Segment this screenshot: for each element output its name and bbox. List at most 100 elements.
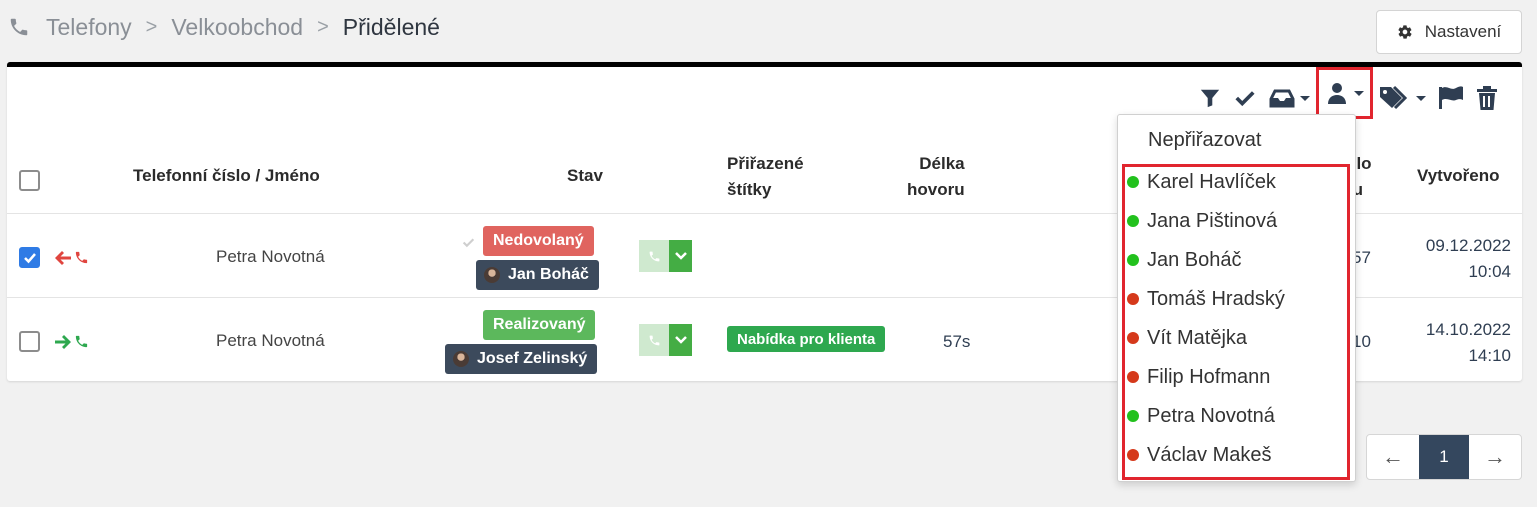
- filter-icon: [1200, 89, 1220, 108]
- chevron-down-icon: [674, 336, 687, 344]
- created-date: 09.12.2022: [1425, 236, 1511, 255]
- status-badge: Nedovolaný: [483, 226, 594, 256]
- chevron-down-icon: [1354, 90, 1364, 96]
- breadcrumb-item-velkoobchod[interactable]: Velkoobchod: [171, 14, 303, 41]
- avatar: [453, 351, 469, 367]
- prev-page-button[interactable]: ←: [1367, 435, 1419, 479]
- tags-icon: [1380, 85, 1408, 110]
- breadcrumb: Telefony > Velkoobchod > Přidělené: [8, 12, 440, 42]
- pagination: ← 1 →: [1366, 434, 1522, 480]
- check-icon: [24, 253, 36, 264]
- created-cell: 14.10.2022 14:10: [1411, 317, 1511, 369]
- chevron-down-icon: [1300, 95, 1310, 101]
- flag-button[interactable]: [1432, 81, 1470, 115]
- assigned-user-badge[interactable]: Josef Zelinský: [445, 344, 598, 374]
- chevron-down-icon: [1416, 95, 1426, 101]
- check-icon: [462, 238, 475, 248]
- phone-icon: [10, 18, 28, 36]
- chevron-down-icon: [674, 252, 687, 260]
- created-date: 14.10.2022: [1425, 320, 1511, 339]
- inbox-icon: [1269, 89, 1295, 108]
- inbox-button[interactable]: [1263, 81, 1316, 115]
- status-dot-icon: [1127, 254, 1139, 266]
- status-dot-icon: [1127, 332, 1139, 344]
- assign-user-button[interactable]: [1316, 67, 1373, 119]
- contact-name[interactable]: Petra Novotná: [216, 331, 325, 351]
- dropdown-item-label: Tomáš Hradský: [1147, 287, 1285, 310]
- column-header-phone-name[interactable]: Telefonní číslo / Jméno: [133, 163, 320, 189]
- dropdown-item-label: Jan Boháč: [1147, 248, 1242, 271]
- breadcrumb-separator: >: [317, 15, 329, 38]
- status-badge: Realizovaný: [483, 310, 596, 340]
- flag-icon: [1439, 86, 1463, 109]
- dropdown-item-label: Petra Novotná: [1147, 404, 1275, 427]
- column-header-duration[interactable]: Délka hovoru: [907, 151, 965, 203]
- dropdown-item-user[interactable]: Petra Novotná: [1127, 401, 1275, 431]
- status-dot-icon: [1127, 410, 1139, 422]
- avatar: [484, 267, 500, 283]
- page-button-current[interactable]: 1: [1419, 435, 1469, 479]
- arrow-left-icon: [55, 251, 71, 265]
- dropdown-item-label: Filip Hofmann: [1147, 365, 1271, 388]
- created-time: 14:10: [1468, 346, 1511, 365]
- trash-icon: [1477, 86, 1497, 110]
- column-header-duration-line2: hovoru: [907, 180, 965, 199]
- assigned-user-badge[interactable]: Jan Boháč: [476, 260, 599, 290]
- column-header-tags-line2: štítky: [727, 180, 772, 199]
- breadcrumb-item-telefony[interactable]: Telefony: [46, 14, 132, 41]
- phone-outgoing-icon: [75, 335, 88, 348]
- dropdown-item-user[interactable]: Filip Hofmann: [1127, 362, 1270, 392]
- dropdown-item-label: Václav Makeš: [1147, 443, 1272, 466]
- filter-button[interactable]: [1193, 81, 1227, 115]
- dropdown-item-user[interactable]: Jana Pištinová: [1127, 206, 1277, 236]
- phone-icon: [649, 251, 659, 261]
- gear-icon: [1398, 25, 1412, 39]
- select-all-checkbox[interactable]: [19, 170, 40, 191]
- call-duration: 57s: [943, 332, 971, 351]
- dropdown-item-user[interactable]: Vít Matějka: [1127, 323, 1247, 353]
- column-header-created[interactable]: Vytvořeno: [1417, 163, 1500, 189]
- dropdown-item-user[interactable]: Václav Makeš: [1127, 440, 1272, 470]
- column-header-duration-line1: Délka: [919, 154, 965, 173]
- call-button[interactable]: [639, 240, 692, 272]
- check-icon: [1235, 91, 1255, 107]
- status-dot-icon: [1127, 371, 1139, 383]
- created-cell: 09.12.2022 10:04: [1411, 233, 1511, 285]
- phone-missed-icon: [75, 251, 88, 264]
- assigned-user-name: Jan Boháč: [508, 266, 589, 283]
- assign-user-dropdown: Nepřiřazovat Karel Havlíček Jana Pištinov…: [1117, 114, 1356, 482]
- status-dot-icon: [1127, 215, 1139, 227]
- assigned-user-name: Josef Zelinský: [477, 350, 588, 367]
- status-dot-icon: [1127, 293, 1139, 305]
- column-header-tags[interactable]: Přiřazené štítky: [727, 151, 804, 203]
- settings-label: Nastavení: [1424, 22, 1502, 41]
- breadcrumb-separator: >: [145, 15, 158, 38]
- settings-button[interactable]: Nastavení: [1376, 10, 1522, 54]
- dropdown-item-user[interactable]: Tomáš Hradský: [1127, 284, 1285, 314]
- next-page-button[interactable]: →: [1469, 435, 1521, 479]
- dropdown-item-unassign[interactable]: Nepřiřazovat: [1148, 129, 1261, 152]
- dropdown-item-user[interactable]: Karel Havlíček: [1127, 167, 1276, 197]
- dropdown-item-label: Vít Matějka: [1147, 326, 1248, 349]
- row-checkbox[interactable]: [19, 331, 40, 352]
- dropdown-item-user[interactable]: Jan Boháč: [1127, 245, 1242, 275]
- arrow-right-icon: [55, 335, 71, 349]
- contact-name[interactable]: Petra Novotná: [216, 247, 325, 267]
- column-header-status[interactable]: Stav: [567, 163, 603, 189]
- tags-button[interactable]: [1373, 81, 1432, 115]
- user-icon: [1328, 83, 1346, 104]
- row-checkbox[interactable]: [19, 247, 40, 268]
- dropdown-item-label: Jana Pištinová: [1147, 209, 1278, 232]
- call-button[interactable]: [639, 324, 692, 356]
- status-dot-icon: [1127, 176, 1139, 188]
- delete-button[interactable]: [1470, 81, 1504, 115]
- status-dot-icon: [1127, 449, 1139, 461]
- phone-icon: [649, 335, 659, 345]
- mark-done-button[interactable]: [1227, 81, 1263, 115]
- breadcrumb-current: Přidělené: [342, 13, 440, 40]
- dropdown-item-label: Karel Havlíček: [1147, 170, 1276, 193]
- tag-badge[interactable]: Nabídka pro klienta: [727, 326, 886, 352]
- column-header-tags-line1: Přiřazené: [727, 154, 804, 173]
- toolbar: [1193, 67, 1504, 119]
- created-time: 10:04: [1468, 262, 1511, 281]
